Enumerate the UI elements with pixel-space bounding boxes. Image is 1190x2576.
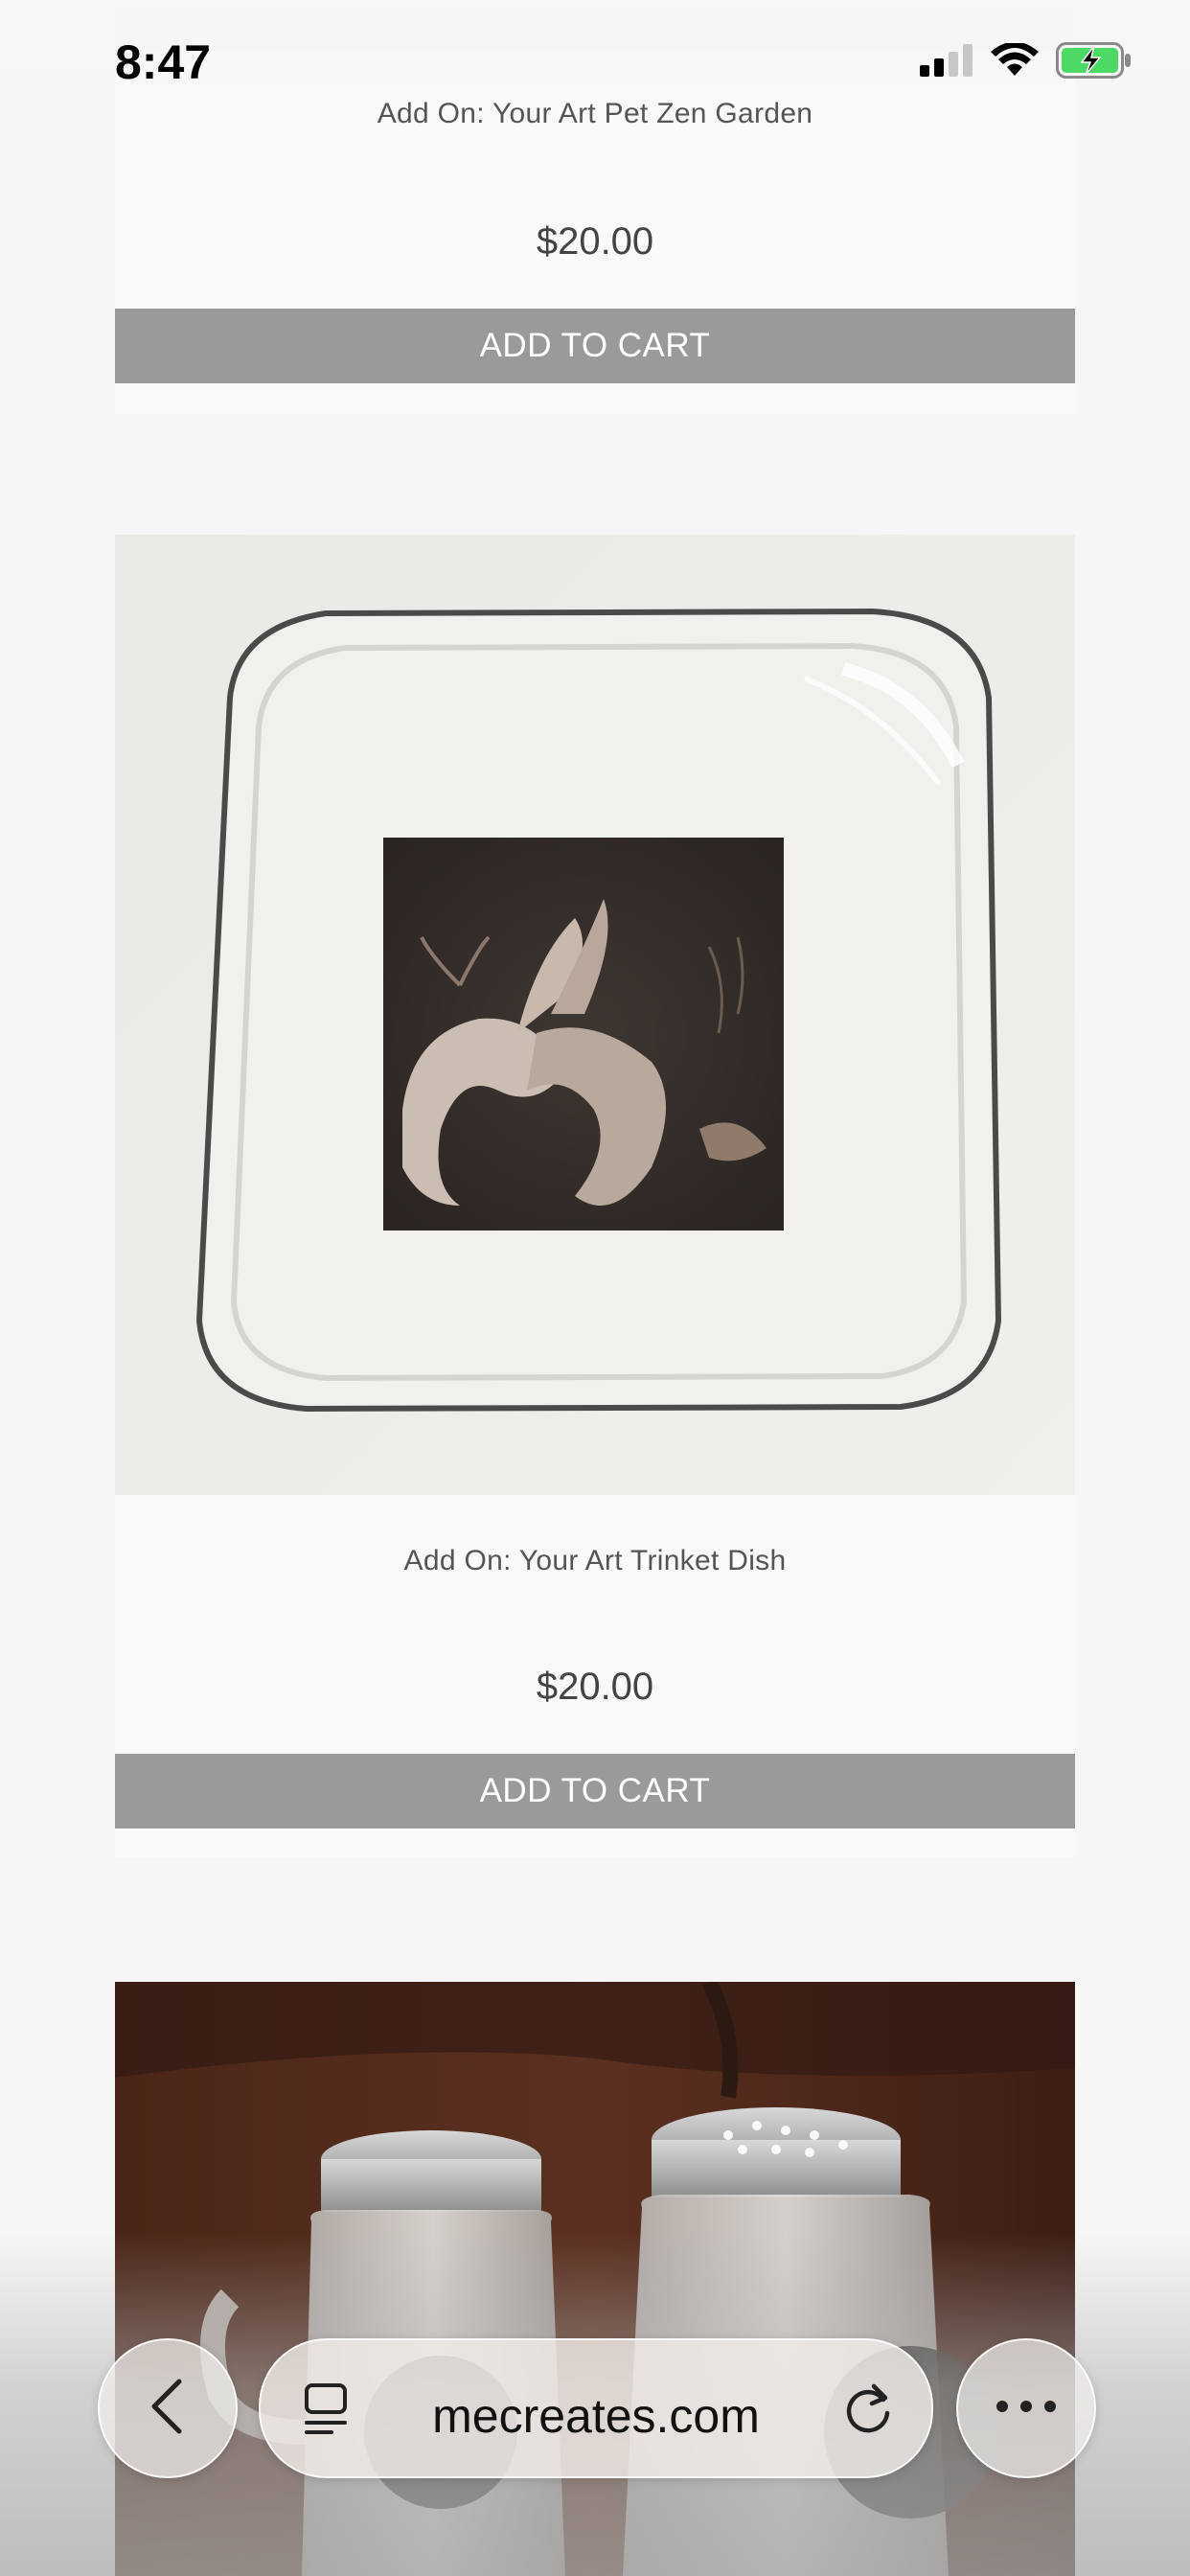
add-to-cart-button[interactable]: ADD TO CART — [115, 309, 1075, 383]
page: Add On: Your Art Pet Zen Garden $20.00 A… — [0, 0, 1190, 2576]
status-bar: 8:47 — [0, 0, 1190, 96]
status-icons — [920, 41, 1133, 83]
more-icon — [995, 2400, 1057, 2418]
add-to-cart-button[interactable]: ADD TO CART — [115, 1754, 1075, 1828]
product-price: $20.00 — [536, 1666, 654, 1708]
cellular-signal-icon — [920, 44, 973, 81]
product-card-trinket-dish: Add On: Your Art Trinket Dish $20.00 ADD… — [115, 535, 1075, 1857]
product-title[interactable]: Add On: Your Art Pet Zen Garden — [115, 98, 1075, 130]
trinket-dish-photo — [115, 535, 1075, 1495]
reload-icon[interactable] — [841, 2380, 895, 2441]
battery-charging-icon — [1056, 42, 1133, 83]
back-button[interactable] — [98, 2338, 238, 2478]
product-image-shakers[interactable] — [115, 1982, 1075, 2576]
product-card-shakers — [115, 1982, 1075, 2576]
url-text[interactable]: mecreates.com — [261, 2388, 931, 2444]
status-time: 8:47 — [115, 35, 212, 89]
product-price: $20.00 — [536, 220, 654, 263]
wifi-icon — [991, 41, 1039, 82]
product-image-trinket-dish[interactable] — [115, 535, 1075, 1495]
more-button[interactable] — [956, 2338, 1096, 2478]
shakers-photo — [115, 1982, 1075, 2576]
product-title[interactable]: Add On: Your Art Trinket Dish — [115, 1545, 1075, 1577]
chevron-left-icon — [147, 2378, 189, 2440]
address-bar[interactable]: mecreates.com — [259, 2338, 933, 2478]
